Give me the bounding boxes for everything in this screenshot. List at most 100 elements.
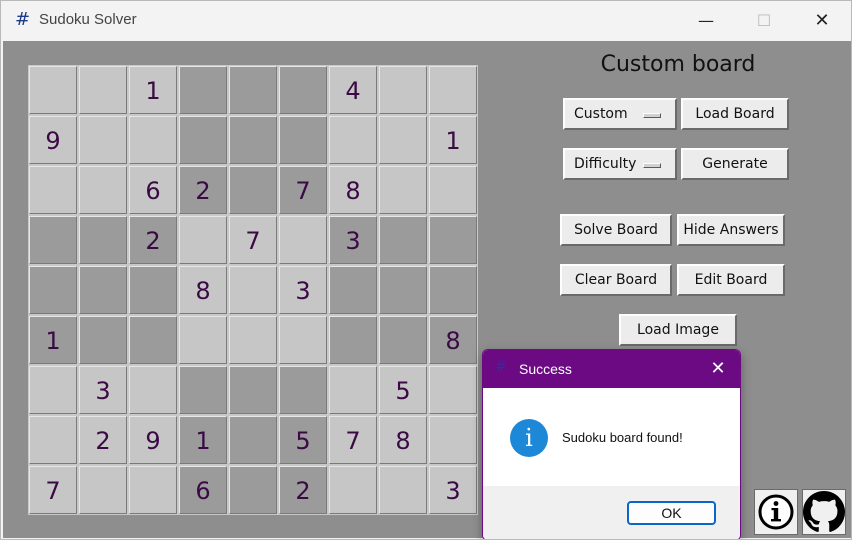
sudoku-cell[interactable] [379, 216, 427, 264]
sudoku-cell[interactable] [229, 316, 277, 364]
sudoku-cell[interactable] [229, 416, 277, 464]
sudoku-cell[interactable] [179, 366, 227, 414]
generate-button[interactable]: Generate [681, 148, 789, 180]
sudoku-cell[interactable]: 7 [29, 466, 77, 514]
sudoku-cell[interactable] [379, 316, 427, 364]
maximize-button[interactable]: ☐ [735, 1, 793, 41]
sudoku-cell[interactable] [279, 116, 327, 164]
title-bar: # Sudoku Solver — ☐ ✕ [1, 1, 851, 41]
solve-board-button[interactable]: Solve Board [560, 214, 672, 246]
sudoku-cell[interactable]: 2 [179, 166, 227, 214]
sudoku-cell[interactable]: 2 [129, 216, 177, 264]
sudoku-cell[interactable] [229, 66, 277, 114]
sudoku-cell[interactable] [429, 216, 477, 264]
sudoku-cell[interactable]: 7 [329, 416, 377, 464]
sudoku-cell[interactable] [79, 266, 127, 314]
sudoku-cell[interactable] [29, 416, 77, 464]
sudoku-cell[interactable] [279, 216, 327, 264]
sudoku-cell[interactable] [329, 316, 377, 364]
sudoku-cell[interactable]: 1 [29, 316, 77, 364]
sudoku-cell[interactable]: 3 [279, 266, 327, 314]
sudoku-cell[interactable] [429, 416, 477, 464]
sudoku-cell[interactable]: 1 [129, 66, 177, 114]
sudoku-cell[interactable] [79, 66, 127, 114]
sudoku-cell[interactable] [279, 366, 327, 414]
sudoku-cell[interactable]: 8 [329, 166, 377, 214]
sudoku-cell[interactable]: 3 [329, 216, 377, 264]
sudoku-cell[interactable] [129, 366, 177, 414]
clear-board-button[interactable]: Clear Board [560, 264, 672, 296]
sudoku-cell[interactable]: 1 [179, 416, 227, 464]
about-button[interactable] [754, 489, 798, 535]
board-mode-title: Custom board [600, 52, 756, 77]
sudoku-cell[interactable]: 6 [129, 166, 177, 214]
sudoku-cell[interactable]: 1 [429, 116, 477, 164]
sudoku-cell[interactable] [329, 266, 377, 314]
ok-button[interactable]: OK [627, 501, 716, 525]
board-type-select[interactable]: Custom [563, 98, 677, 130]
sudoku-cell[interactable] [179, 316, 227, 364]
window-title: Sudoku Solver [39, 11, 137, 28]
sudoku-cell[interactable]: 5 [379, 366, 427, 414]
sudoku-cell[interactable] [79, 166, 127, 214]
edit-board-button[interactable]: Edit Board [677, 264, 785, 296]
minimize-button[interactable]: — [677, 1, 735, 41]
sudoku-cell[interactable] [129, 466, 177, 514]
sudoku-cell[interactable]: 2 [79, 416, 127, 464]
sudoku-cell[interactable] [379, 466, 427, 514]
sudoku-cell[interactable]: 9 [29, 116, 77, 164]
sudoku-cell[interactable] [379, 116, 427, 164]
sudoku-cell[interactable] [429, 66, 477, 114]
sudoku-cell[interactable] [379, 66, 427, 114]
sudoku-cell[interactable] [229, 116, 277, 164]
sudoku-cell[interactable]: 7 [229, 216, 277, 264]
sudoku-cell[interactable] [429, 266, 477, 314]
sudoku-cell[interactable] [279, 316, 327, 364]
sudoku-cell[interactable] [229, 266, 277, 314]
sudoku-cell[interactable]: 5 [279, 416, 327, 464]
sudoku-cell[interactable] [29, 66, 77, 114]
sudoku-cell[interactable] [179, 116, 227, 164]
sudoku-cell[interactable] [129, 116, 177, 164]
sudoku-cell[interactable] [79, 466, 127, 514]
sudoku-cell[interactable] [329, 466, 377, 514]
hide-answers-button[interactable]: Hide Answers [677, 214, 785, 246]
load-board-button[interactable]: Load Board [681, 98, 789, 130]
sudoku-cell[interactable]: 2 [279, 466, 327, 514]
close-button[interactable]: ✕ [793, 1, 851, 41]
sudoku-cell[interactable]: 9 [129, 416, 177, 464]
sudoku-cell[interactable] [129, 266, 177, 314]
dialog-close-button[interactable]: ✕ [705, 356, 731, 382]
github-button[interactable] [802, 489, 846, 535]
sudoku-cell[interactable] [79, 216, 127, 264]
sudoku-cell[interactable]: 6 [179, 466, 227, 514]
sudoku-cell[interactable] [379, 266, 427, 314]
sudoku-cell[interactable] [29, 266, 77, 314]
sudoku-cell[interactable] [329, 366, 377, 414]
sudoku-cell[interactable]: 3 [79, 366, 127, 414]
sudoku-cell[interactable] [229, 366, 277, 414]
sudoku-cell[interactable] [29, 366, 77, 414]
sudoku-cell[interactable]: 4 [329, 66, 377, 114]
sudoku-cell[interactable]: 8 [429, 316, 477, 364]
sudoku-cell[interactable] [129, 316, 177, 364]
sudoku-cell[interactable]: 8 [379, 416, 427, 464]
sudoku-cell[interactable] [329, 116, 377, 164]
sudoku-cell[interactable]: 3 [429, 466, 477, 514]
sudoku-cell[interactable] [429, 366, 477, 414]
sudoku-cell[interactable] [379, 166, 427, 214]
difficulty-select[interactable]: Difficulty [563, 148, 677, 180]
sudoku-cell[interactable] [279, 66, 327, 114]
sudoku-cell[interactable] [229, 466, 277, 514]
sudoku-cell[interactable] [179, 66, 227, 114]
sudoku-cell[interactable] [29, 166, 77, 214]
sudoku-cell[interactable] [29, 216, 77, 264]
sudoku-cell[interactable] [229, 166, 277, 214]
sudoku-cell[interactable] [79, 316, 127, 364]
load-image-button[interactable]: Load Image [619, 314, 737, 346]
sudoku-cell[interactable]: 8 [179, 266, 227, 314]
sudoku-cell[interactable] [79, 116, 127, 164]
sudoku-cell[interactable] [179, 216, 227, 264]
sudoku-cell[interactable]: 7 [279, 166, 327, 214]
sudoku-cell[interactable] [429, 166, 477, 214]
